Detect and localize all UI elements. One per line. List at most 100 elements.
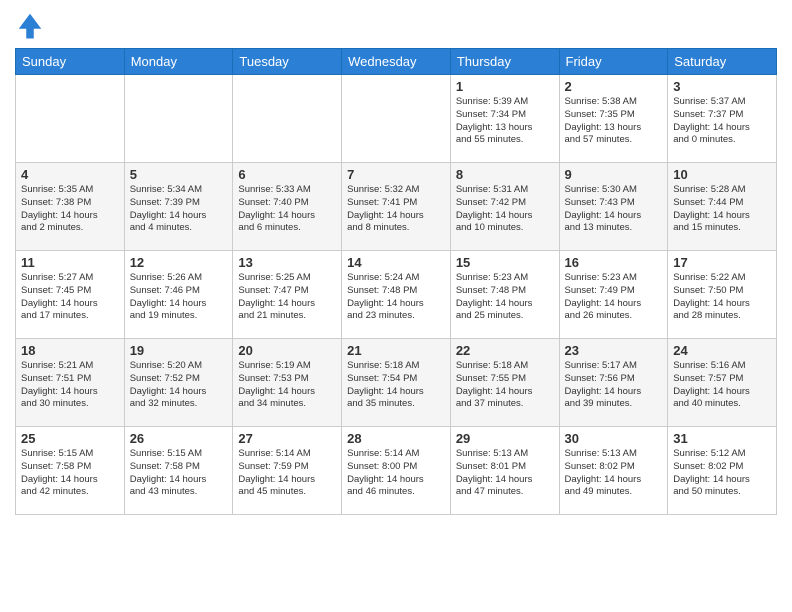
- day-info: Sunrise: 5:18 AM Sunset: 7:54 PM Dayligh…: [347, 360, 445, 411]
- day-info: Sunrise: 5:37 AM Sunset: 7:37 PM Dayligh…: [673, 96, 771, 147]
- day-number: 11: [21, 255, 119, 270]
- calendar-cell: [342, 75, 451, 163]
- day-number: 3: [673, 79, 771, 94]
- calendar-week-2: 11 Sunrise: 5:27 AM Sunset: 7:45 PM Dayli…: [16, 251, 777, 339]
- calendar-cell: 27Sunrise: 5:14 AM Sunset: 7:59 PM Dayli…: [233, 427, 342, 515]
- day-info: Sunrise: 5:18 AM Sunset: 7:55 PM Dayligh…: [456, 360, 554, 411]
- calendar-header-wednesday: Wednesday: [342, 49, 451, 75]
- day-number: 2: [565, 79, 663, 94]
- day-number: 10: [673, 167, 771, 182]
- calendar-header-monday: Monday: [124, 49, 233, 75]
- calendar-cell: 1Sunrise: 5:39 AM Sunset: 7:34 PM Daylig…: [450, 75, 559, 163]
- day-info: Sunrise: 5:17 AM Sunset: 7:56 PM Dayligh…: [565, 360, 663, 411]
- day-info: Sunrise: 5:19 AM Sunset: 7:53 PM Dayligh…: [238, 360, 336, 411]
- logo-icon: [15, 10, 45, 40]
- calendar-cell: 7Sunrise: 5:32 AM Sunset: 7:41 PM Daylig…: [342, 163, 451, 251]
- calendar-cell: 28 Sunrise: 5:14 AM Sunset: 8:00 PM Dayli…: [342, 427, 451, 515]
- day-number: 8: [456, 167, 554, 182]
- calendar: SundayMondayTuesdayWednesdayThursdayFrid…: [15, 48, 777, 515]
- calendar-week-3: 18 Sunrise: 5:21 AM Sunset: 7:51 PM Dayli…: [16, 339, 777, 427]
- day-info: Sunrise: 5:14 AM Sunset: 8:00 PM Dayligh…: [347, 448, 445, 499]
- calendar-cell: 31 Sunrise: 5:12 AM Sunset: 8:02 PM Dayli…: [668, 427, 777, 515]
- day-number: 15: [456, 255, 554, 270]
- day-number: 5: [130, 167, 228, 182]
- calendar-cell: 23 Sunrise: 5:17 AM Sunset: 7:56 PM Dayli…: [559, 339, 668, 427]
- calendar-header-thursday: Thursday: [450, 49, 559, 75]
- logo: [15, 10, 49, 40]
- day-number: 18: [21, 343, 119, 358]
- day-number: 17: [673, 255, 771, 270]
- day-info: Sunrise: 5:28 AM Sunset: 7:44 PM Dayligh…: [673, 184, 771, 235]
- calendar-cell: 11 Sunrise: 5:27 AM Sunset: 7:45 PM Dayli…: [16, 251, 125, 339]
- calendar-cell: [124, 75, 233, 163]
- day-number: 12: [130, 255, 228, 270]
- calendar-cell: 10 Sunrise: 5:28 AM Sunset: 7:44 PM Dayli…: [668, 163, 777, 251]
- calendar-cell: 12 Sunrise: 5:26 AM Sunset: 7:46 PM Dayli…: [124, 251, 233, 339]
- day-number: 19: [130, 343, 228, 358]
- day-info: Sunrise: 5:35 AM Sunset: 7:38 PM Dayligh…: [21, 184, 119, 235]
- calendar-cell: 21 Sunrise: 5:18 AM Sunset: 7:54 PM Dayli…: [342, 339, 451, 427]
- day-number: 23: [565, 343, 663, 358]
- day-number: 22: [456, 343, 554, 358]
- calendar-cell: 19Sunrise: 5:20 AM Sunset: 7:52 PM Dayli…: [124, 339, 233, 427]
- day-info: Sunrise: 5:16 AM Sunset: 7:57 PM Dayligh…: [673, 360, 771, 411]
- calendar-cell: 30 Sunrise: 5:13 AM Sunset: 8:02 PM Dayli…: [559, 427, 668, 515]
- day-number: 27: [238, 431, 336, 446]
- calendar-header-row: SundayMondayTuesdayWednesdayThursdayFrid…: [16, 49, 777, 75]
- calendar-week-0: 1Sunrise: 5:39 AM Sunset: 7:34 PM Daylig…: [16, 75, 777, 163]
- page: SundayMondayTuesdayWednesdayThursdayFrid…: [0, 0, 792, 612]
- day-number: 28: [347, 431, 445, 446]
- calendar-cell: 29Sunrise: 5:13 AM Sunset: 8:01 PM Dayli…: [450, 427, 559, 515]
- calendar-cell: 2 Sunrise: 5:38 AM Sunset: 7:35 PM Daylig…: [559, 75, 668, 163]
- calendar-cell: 4 Sunrise: 5:35 AM Sunset: 7:38 PM Daylig…: [16, 163, 125, 251]
- day-info: Sunrise: 5:39 AM Sunset: 7:34 PM Dayligh…: [456, 96, 554, 147]
- day-number: 13: [238, 255, 336, 270]
- day-number: 6: [238, 167, 336, 182]
- day-number: 21: [347, 343, 445, 358]
- day-info: Sunrise: 5:13 AM Sunset: 8:02 PM Dayligh…: [565, 448, 663, 499]
- day-number: 31: [673, 431, 771, 446]
- calendar-header-friday: Friday: [559, 49, 668, 75]
- calendar-cell: 17Sunrise: 5:22 AM Sunset: 7:50 PM Dayli…: [668, 251, 777, 339]
- day-info: Sunrise: 5:32 AM Sunset: 7:41 PM Dayligh…: [347, 184, 445, 235]
- day-number: 29: [456, 431, 554, 446]
- day-info: Sunrise: 5:31 AM Sunset: 7:42 PM Dayligh…: [456, 184, 554, 235]
- calendar-cell: [233, 75, 342, 163]
- calendar-header-sunday: Sunday: [16, 49, 125, 75]
- calendar-cell: 25Sunrise: 5:15 AM Sunset: 7:58 PM Dayli…: [16, 427, 125, 515]
- calendar-cell: 22 Sunrise: 5:18 AM Sunset: 7:55 PM Dayli…: [450, 339, 559, 427]
- day-info: Sunrise: 5:33 AM Sunset: 7:40 PM Dayligh…: [238, 184, 336, 235]
- calendar-cell: [16, 75, 125, 163]
- calendar-cell: 3 Sunrise: 5:37 AM Sunset: 7:37 PM Daylig…: [668, 75, 777, 163]
- calendar-header-tuesday: Tuesday: [233, 49, 342, 75]
- day-number: 20: [238, 343, 336, 358]
- day-info: Sunrise: 5:21 AM Sunset: 7:51 PM Dayligh…: [21, 360, 119, 411]
- day-number: 30: [565, 431, 663, 446]
- day-info: Sunrise: 5:25 AM Sunset: 7:47 PM Dayligh…: [238, 272, 336, 323]
- calendar-cell: 15Sunrise: 5:23 AM Sunset: 7:48 PM Dayli…: [450, 251, 559, 339]
- day-number: 4: [21, 167, 119, 182]
- day-info: Sunrise: 5:24 AM Sunset: 7:48 PM Dayligh…: [347, 272, 445, 323]
- header: [15, 10, 777, 40]
- calendar-cell: 26Sunrise: 5:15 AM Sunset: 7:58 PM Dayli…: [124, 427, 233, 515]
- day-number: 26: [130, 431, 228, 446]
- day-info: Sunrise: 5:23 AM Sunset: 7:49 PM Dayligh…: [565, 272, 663, 323]
- day-info: Sunrise: 5:27 AM Sunset: 7:45 PM Dayligh…: [21, 272, 119, 323]
- day-number: 24: [673, 343, 771, 358]
- day-number: 14: [347, 255, 445, 270]
- calendar-cell: 24 Sunrise: 5:16 AM Sunset: 7:57 PM Dayli…: [668, 339, 777, 427]
- day-info: Sunrise: 5:26 AM Sunset: 7:46 PM Dayligh…: [130, 272, 228, 323]
- calendar-cell: 5 Sunrise: 5:34 AM Sunset: 7:39 PM Daylig…: [124, 163, 233, 251]
- calendar-week-4: 25Sunrise: 5:15 AM Sunset: 7:58 PM Dayli…: [16, 427, 777, 515]
- calendar-week-1: 4 Sunrise: 5:35 AM Sunset: 7:38 PM Daylig…: [16, 163, 777, 251]
- day-info: Sunrise: 5:15 AM Sunset: 7:58 PM Dayligh…: [21, 448, 119, 499]
- day-number: 16: [565, 255, 663, 270]
- calendar-cell: 13 Sunrise: 5:25 AM Sunset: 7:47 PM Dayli…: [233, 251, 342, 339]
- day-info: Sunrise: 5:38 AM Sunset: 7:35 PM Dayligh…: [565, 96, 663, 147]
- day-number: 9: [565, 167, 663, 182]
- calendar-cell: 6 Sunrise: 5:33 AM Sunset: 7:40 PM Daylig…: [233, 163, 342, 251]
- calendar-cell: 16 Sunrise: 5:23 AM Sunset: 7:49 PM Dayli…: [559, 251, 668, 339]
- day-info: Sunrise: 5:34 AM Sunset: 7:39 PM Dayligh…: [130, 184, 228, 235]
- calendar-cell: 14 Sunrise: 5:24 AM Sunset: 7:48 PM Dayli…: [342, 251, 451, 339]
- day-info: Sunrise: 5:12 AM Sunset: 8:02 PM Dayligh…: [673, 448, 771, 499]
